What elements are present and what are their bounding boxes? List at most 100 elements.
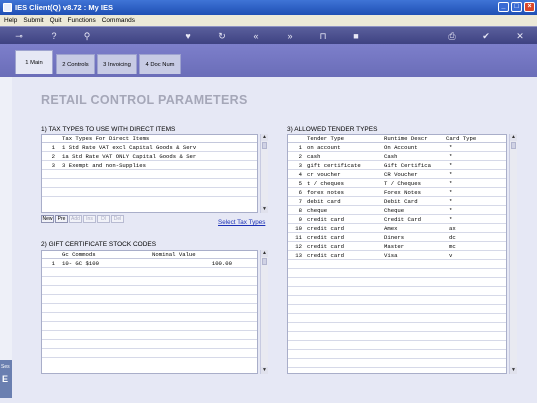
card-type-cell[interactable]: * bbox=[449, 198, 452, 206]
tax-type-cell[interactable]: 3 Exempt and non-Supplies bbox=[62, 162, 146, 170]
card-type-cell[interactable]: v bbox=[449, 252, 452, 260]
stop-icon[interactable]: ■ bbox=[350, 30, 362, 42]
tender-type-cell[interactable]: t / cheques bbox=[307, 180, 344, 188]
table-row[interactable] bbox=[288, 360, 506, 368]
help-icon[interactable]: ? bbox=[48, 30, 60, 42]
session-side-tag[interactable]: Ses E bbox=[0, 360, 12, 400]
table-row[interactable] bbox=[42, 314, 257, 322]
tender-type-cell[interactable]: credit card bbox=[307, 234, 344, 242]
table-row[interactable]: 8 cheque Cheque * bbox=[288, 207, 506, 215]
table-row[interactable] bbox=[288, 288, 506, 296]
scroll-thumb[interactable] bbox=[511, 142, 516, 149]
table-row[interactable]: 9 credit card Credit Card * bbox=[288, 216, 506, 224]
table-row[interactable] bbox=[288, 342, 506, 350]
del-button[interactable]: Del bbox=[111, 215, 124, 223]
table-row[interactable] bbox=[42, 332, 257, 340]
menu-commands[interactable]: Commands bbox=[102, 17, 135, 24]
card-type-cell[interactable]: mc bbox=[449, 243, 456, 251]
tender-type-cell[interactable]: credit card bbox=[307, 252, 344, 260]
card-type-cell[interactable]: * bbox=[449, 207, 452, 215]
fast-forward-icon[interactable]: » bbox=[284, 30, 296, 42]
table-row[interactable] bbox=[42, 198, 257, 206]
tender-type-cell[interactable]: credit card bbox=[307, 216, 344, 224]
close-icon[interactable]: ✕ bbox=[514, 30, 526, 42]
menu-quit[interactable]: Quit bbox=[50, 17, 62, 24]
table-row[interactable] bbox=[42, 305, 257, 313]
card-type-cell[interactable]: * bbox=[449, 180, 452, 188]
runtime-descr-cell[interactable]: Forex Notes bbox=[384, 189, 421, 197]
tender-type-cell[interactable]: cr voucher bbox=[307, 171, 341, 179]
table-row[interactable] bbox=[288, 351, 506, 359]
tab-main[interactable]: 1 Main bbox=[15, 50, 53, 74]
card-type-cell[interactable]: dc bbox=[449, 234, 456, 242]
runtime-descr-cell[interactable]: Amex bbox=[384, 225, 397, 233]
table-row[interactable] bbox=[42, 278, 257, 286]
runtime-descr-cell[interactable]: Credit Card bbox=[384, 216, 421, 224]
search-icon[interactable]: ⚲ bbox=[81, 30, 93, 42]
table-row[interactable] bbox=[288, 315, 506, 323]
table-row[interactable] bbox=[42, 269, 257, 277]
runtime-descr-cell[interactable]: Visa bbox=[384, 252, 397, 260]
table-row[interactable] bbox=[288, 270, 506, 278]
tender-type-cell[interactable]: forex notes bbox=[307, 189, 344, 197]
table-row[interactable]: 11 credit card Diners dc bbox=[288, 234, 506, 242]
runtime-descr-cell[interactable]: Gift Certifica bbox=[384, 162, 431, 170]
scroll-down-icon[interactable]: ▼ bbox=[261, 206, 268, 213]
table-row[interactable] bbox=[288, 324, 506, 332]
card-type-cell[interactable]: ax bbox=[449, 225, 456, 233]
tender-scrollbar[interactable]: ▲ ▼ bbox=[509, 134, 517, 374]
tender-type-cell[interactable]: cheque bbox=[307, 207, 327, 215]
scroll-up-icon[interactable]: ▲ bbox=[510, 134, 517, 141]
table-row[interactable] bbox=[42, 296, 257, 304]
scroll-up-icon[interactable]: ▲ bbox=[261, 250, 268, 257]
lock-icon[interactable]: ⊓ bbox=[317, 30, 329, 42]
menu-functions[interactable]: Functions bbox=[68, 17, 96, 24]
card-type-cell[interactable]: * bbox=[449, 162, 452, 170]
dl-button[interactable]: Dl bbox=[97, 215, 110, 223]
menu-help[interactable]: Help bbox=[4, 17, 17, 24]
tender-type-cell[interactable]: credit card bbox=[307, 225, 344, 233]
nominal-value-cell[interactable]: 100.00 bbox=[192, 260, 232, 268]
runtime-descr-cell[interactable]: CR Voucher bbox=[384, 171, 418, 179]
runtime-descr-cell[interactable]: Cheque bbox=[384, 207, 404, 215]
card-type-cell[interactable]: * bbox=[449, 171, 452, 179]
table-row[interactable]: 5 t / cheques T / Cheques * bbox=[288, 180, 506, 188]
runtime-descr-cell[interactable]: On Account bbox=[384, 144, 418, 152]
new-button[interactable]: New bbox=[41, 215, 54, 223]
gift-scrollbar[interactable]: ▲ ▼ bbox=[260, 250, 268, 374]
runtime-descr-cell[interactable]: Master bbox=[384, 243, 404, 251]
select-tax-types-link[interactable]: Select Tax Types bbox=[218, 219, 265, 226]
tab-doc-num[interactable]: 4 Doc Num bbox=[139, 54, 181, 74]
table-row[interactable]: 1 on account On Account * bbox=[288, 144, 506, 152]
tab-controls[interactable]: 2 Controls bbox=[56, 54, 95, 74]
runtime-descr-cell[interactable]: Debit Card bbox=[384, 198, 418, 206]
scroll-thumb[interactable] bbox=[262, 142, 267, 149]
scroll-thumb[interactable] bbox=[262, 258, 267, 265]
scroll-up-icon[interactable]: ▲ bbox=[261, 134, 268, 141]
table-row[interactable] bbox=[288, 306, 506, 314]
card-type-cell[interactable]: * bbox=[449, 216, 452, 224]
key-icon[interactable]: ⊸ bbox=[10, 30, 28, 42]
heart-icon[interactable]: ♥ bbox=[182, 30, 194, 42]
card-type-cell[interactable]: * bbox=[449, 189, 452, 197]
table-row[interactable] bbox=[42, 359, 257, 367]
tender-type-cell[interactable]: cash bbox=[307, 153, 320, 161]
table-row[interactable] bbox=[42, 171, 257, 179]
card-type-cell[interactable]: * bbox=[449, 144, 452, 152]
tax-scrollbar[interactable]: ▲ ▼ bbox=[260, 134, 268, 213]
scroll-down-icon[interactable]: ▼ bbox=[510, 367, 517, 374]
table-row[interactable]: 13 credit card Visa v bbox=[288, 252, 506, 260]
table-row[interactable] bbox=[42, 323, 257, 331]
tab-invoicing[interactable]: 3 Invoicing bbox=[97, 54, 137, 74]
maximize-button[interactable]: □ bbox=[511, 2, 522, 12]
table-row[interactable] bbox=[288, 261, 506, 269]
runtime-descr-cell[interactable]: T / Cheques bbox=[384, 180, 421, 188]
rewind-icon[interactable]: « bbox=[250, 30, 262, 42]
window-close-button[interactable]: × bbox=[524, 2, 535, 12]
tender-type-cell[interactable]: credit card bbox=[307, 243, 344, 251]
table-row[interactable]: 10 credit card Amex ax bbox=[288, 225, 506, 233]
table-row[interactable]: 4 cr voucher CR Voucher * bbox=[288, 171, 506, 179]
table-row[interactable]: 1 1 Std Rate VAT excl Capital Goods & Se… bbox=[42, 144, 257, 152]
table-row[interactable]: 3 gift certificate Gift Certifica * bbox=[288, 162, 506, 170]
table-row[interactable]: 3 3 Exempt and non-Supplies bbox=[42, 162, 257, 170]
